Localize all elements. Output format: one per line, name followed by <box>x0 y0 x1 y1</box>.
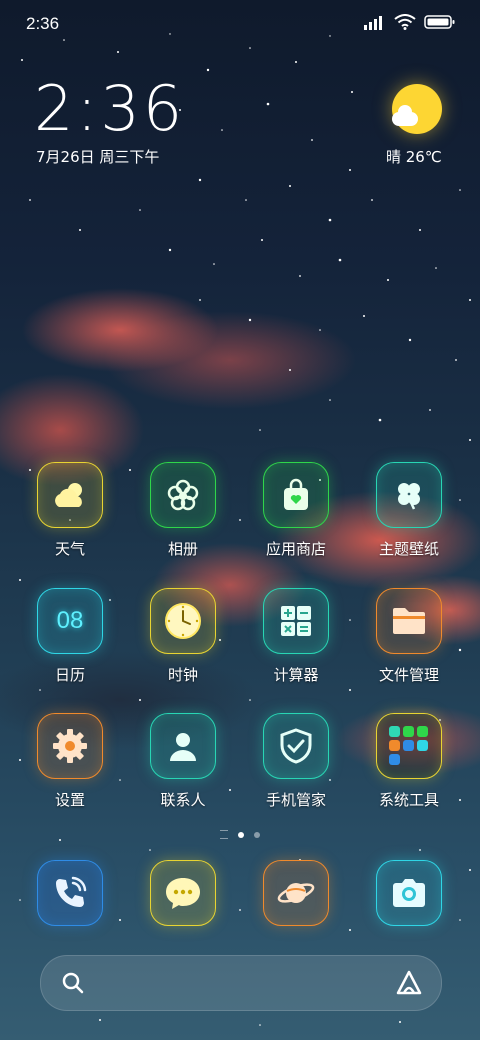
app-security[interactable]: 手机管家 <box>246 713 346 810</box>
weather-cloud-icon <box>37 462 103 528</box>
dock-messages[interactable] <box>133 860 233 926</box>
search-icon <box>62 972 84 994</box>
wifi-icon <box>394 14 416 30</box>
status-icons <box>364 14 456 30</box>
app-label: 设置 <box>54 791 85 809</box>
app-label: 主题壁纸 <box>378 540 439 558</box>
app-settings[interactable]: 设置 <box>20 713 120 810</box>
calendar-icon: 08 <box>37 588 103 654</box>
app-label: 应用商店 <box>265 540 326 558</box>
app-label: 天气 <box>54 540 85 558</box>
gallery-flower-icon <box>150 462 216 528</box>
page-dot <box>254 831 260 838</box>
contact-person-icon <box>150 713 216 779</box>
page-dot-active <box>238 831 244 838</box>
store-bag-icon <box>263 462 329 528</box>
dock-phone[interactable] <box>20 860 120 926</box>
status-bar: 2:36 <box>0 0 480 50</box>
app-file-manager[interactable]: 文件管理 <box>359 588 459 685</box>
app-label: 文件管理 <box>378 666 439 684</box>
page-indicator-list-icon <box>220 830 228 839</box>
camera-icon <box>376 860 442 926</box>
battery-icon <box>424 15 455 29</box>
clock-icon <box>150 588 216 654</box>
app-label: 相册 <box>167 540 198 558</box>
clock-widget-time[interactable]: 2:36 <box>34 78 185 140</box>
dock-camera[interactable] <box>359 860 459 926</box>
clock-widget-date[interactable]: 7月26日 周三下午 <box>36 146 159 167</box>
app-folder-system-tools[interactable]: 系统工具 <box>359 713 459 810</box>
cloud-icon <box>392 105 418 126</box>
folder-icon <box>376 588 442 654</box>
calendar-day: 08 <box>56 607 84 634</box>
status-time: 2:36 <box>26 14 60 33</box>
app-calendar[interactable]: 08 日历 <box>20 588 120 685</box>
app-weather[interactable]: 天气 <box>20 462 120 559</box>
app-themes[interactable]: 主题壁纸 <box>359 462 459 559</box>
clover-icon <box>376 462 442 528</box>
app-gallery[interactable]: 相册 <box>133 462 233 559</box>
app-store[interactable]: 应用商店 <box>246 462 346 559</box>
weather-text: 晴 26℃ <box>386 148 442 166</box>
app-label: 日历 <box>54 666 85 684</box>
app-clock[interactable]: 时钟 <box>133 588 233 685</box>
signal-icon <box>364 16 382 30</box>
phone-icon <box>37 860 103 926</box>
app-label: 计算器 <box>273 666 319 684</box>
planet-icon <box>263 860 329 926</box>
voice-assistant-icon[interactable] <box>395 969 423 997</box>
app-label: 时钟 <box>167 666 198 684</box>
app-label: 系统工具 <box>378 791 439 809</box>
app-calculator[interactable]: 计算器 <box>246 588 346 685</box>
app-contacts[interactable]: 联系人 <box>133 713 233 810</box>
app-label: 联系人 <box>160 791 206 809</box>
gear-icon <box>37 713 103 779</box>
message-bubble-icon <box>150 860 216 926</box>
security-shield-icon <box>263 713 329 779</box>
app-label: 手机管家 <box>265 791 326 809</box>
calculator-icon <box>263 588 329 654</box>
search-bar[interactable] <box>40 955 442 1011</box>
folder-grid-icon <box>376 713 442 779</box>
dock-browser[interactable] <box>246 860 346 926</box>
page-indicator[interactable] <box>0 830 480 839</box>
